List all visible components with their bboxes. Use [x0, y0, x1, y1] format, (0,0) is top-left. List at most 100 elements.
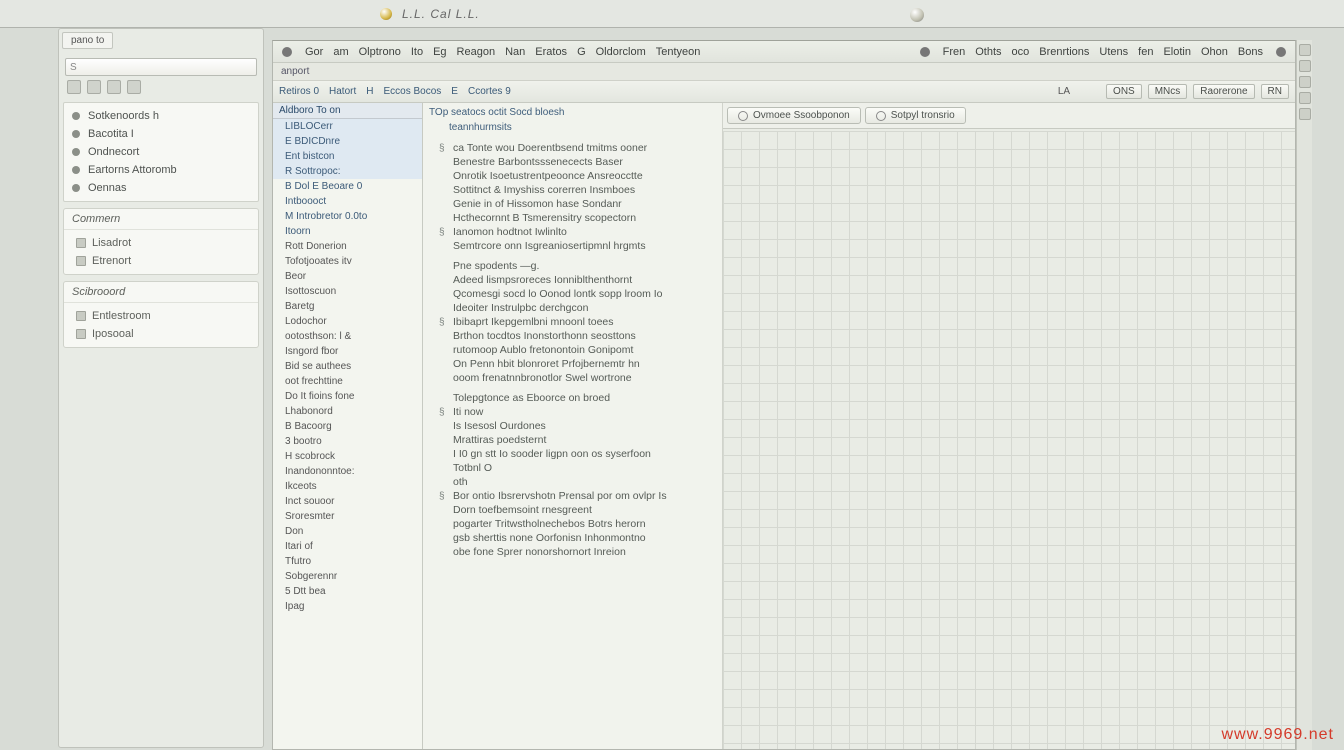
tree-header: Aldboro To on — [273, 103, 422, 119]
menu-item[interactable]: Brenrtions — [1039, 46, 1089, 58]
section-head: Commern — [64, 209, 258, 230]
menu-item[interactable]: Utens — [1099, 46, 1128, 58]
tree-item[interactable]: Lhabonord — [273, 404, 422, 419]
menu-item[interactable]: Elotin — [1163, 46, 1191, 58]
tree-item[interactable]: Inct souoor — [273, 494, 422, 509]
nav-item[interactable]: Oennas — [66, 179, 256, 197]
tree-item[interactable]: Baretg — [273, 299, 422, 314]
tool-icon[interactable] — [67, 80, 81, 94]
tree-item[interactable]: Beor — [273, 269, 422, 284]
menu-item[interactable]: Oldorclom — [596, 46, 646, 58]
menu-item[interactable]: Olptrono — [359, 46, 401, 58]
menu-item[interactable]: Eratos — [535, 46, 567, 58]
doc-line: Semtrcore onn Isgreaniosertipmnl hrgmts — [429, 239, 716, 253]
canvas-tab[interactable]: Ovmoee Ssoobponon — [727, 107, 861, 124]
tree-item[interactable]: Tfutro — [273, 554, 422, 569]
menu-item[interactable]: fen — [1138, 46, 1153, 58]
record-icon[interactable] — [282, 47, 292, 57]
tree-item[interactable]: Ent bistcon — [273, 149, 422, 164]
menu-item[interactable]: Ohon — [1201, 46, 1228, 58]
rail-icon[interactable] — [1299, 76, 1311, 88]
doc-line: gsb sherttis none Oorfonisn Inhonmontno — [429, 531, 716, 545]
toolbar-label[interactable]: H — [366, 86, 373, 97]
menu-item[interactable]: G — [577, 46, 586, 58]
tree-item[interactable]: LIBLOCerr — [273, 119, 422, 134]
canvas-tab[interactable]: Sotpyl tronsrio — [865, 107, 966, 124]
menu-item[interactable]: Fren — [943, 46, 966, 58]
main-window: Gor am Olptrono Ito Eg Reagon Nan Eratos… — [272, 40, 1296, 750]
rn-button[interactable]: RN — [1261, 84, 1289, 99]
menu-item[interactable]: Gor — [305, 46, 323, 58]
rail-icon[interactable] — [1299, 44, 1311, 56]
tool-icon[interactable] — [127, 80, 141, 94]
toolbar-label[interactable]: Retiros 0 — [279, 86, 319, 97]
mncs-button[interactable]: MNcs — [1148, 84, 1188, 99]
menu-item[interactable]: Tentyeon — [656, 46, 701, 58]
tree-item[interactable]: Isngord fbor — [273, 344, 422, 359]
menu-item[interactable]: Nan — [505, 46, 525, 58]
tool-icon[interactable] — [107, 80, 121, 94]
menu-item[interactable]: Eg — [433, 46, 446, 58]
search-input[interactable]: S — [65, 58, 257, 76]
tree-item[interactable]: B Dol E Beoare 0 — [273, 179, 422, 194]
section-item[interactable]: Lisadrot — [68, 234, 254, 252]
tree-item[interactable]: Sroresmter — [273, 509, 422, 524]
tree-item[interactable]: Don — [273, 524, 422, 539]
title-bar: L.L. Cal L.L. — [0, 0, 1344, 28]
ons-button[interactable]: ONS — [1106, 84, 1142, 99]
tree-item[interactable]: oot frechttine — [273, 374, 422, 389]
tree-item[interactable]: H scobrock — [273, 449, 422, 464]
tree-item[interactable]: Lodochor — [273, 314, 422, 329]
tree-item[interactable]: Isottoscuon — [273, 284, 422, 299]
canvas-area: Ovmoee SsoobpononSotpyl tronsrio — [723, 103, 1295, 749]
nav-label: Sotkenoords h — [88, 110, 159, 122]
nav-item[interactable]: Eartorns Attoromb — [66, 161, 256, 179]
menu-item[interactable]: am — [333, 46, 348, 58]
tree-item[interactable]: Ikceots — [273, 479, 422, 494]
toolbar-label[interactable]: Eccos Bocos — [383, 86, 441, 97]
rail-icon[interactable] — [1299, 60, 1311, 72]
tree-item[interactable]: M Introbretor 0.0to — [273, 209, 422, 224]
toolbar-label[interactable]: E — [451, 86, 458, 97]
raorerone-button[interactable]: Raorerone — [1193, 84, 1254, 99]
nav-item[interactable]: Sotkenoords h — [66, 107, 256, 125]
nav-item[interactable]: Bacotita I — [66, 125, 256, 143]
tree-item[interactable]: 3 bootro — [273, 434, 422, 449]
tree-item[interactable]: Itoorn — [273, 224, 422, 239]
tree-item[interactable]: Sobgerennr — [273, 569, 422, 584]
doc-line: Dorn toefbemsoint rnesgreent — [429, 503, 716, 517]
menu-item[interactable]: Reagon — [457, 46, 496, 58]
tree-item[interactable]: Inandononntoe: — [273, 464, 422, 479]
doc-line: oth — [429, 475, 716, 489]
section-item[interactable]: Entlestroom — [68, 307, 254, 325]
tree-item[interactable]: E BDICDnre — [273, 134, 422, 149]
toolbar-label[interactable]: Ccortes 9 — [468, 86, 511, 97]
tree-item[interactable]: Rott Donerion — [273, 239, 422, 254]
tree-item[interactable]: Itari of — [273, 539, 422, 554]
doc-line: Qcomesgi socd lo Oonod lontk sopp lroom … — [429, 287, 716, 301]
watermark: www.9969.net — [1221, 726, 1334, 744]
menu-item[interactable]: Ito — [411, 46, 423, 58]
tree-item[interactable]: B Bacoorg — [273, 419, 422, 434]
tree-item[interactable]: Ipag — [273, 599, 422, 614]
rail-icon[interactable] — [1299, 108, 1311, 120]
design-grid[interactable] — [723, 131, 1295, 749]
section-item[interactable]: Etrenort — [68, 252, 254, 270]
tool-icon[interactable] — [87, 80, 101, 94]
toolbar-label[interactable]: Hatort — [329, 86, 356, 97]
menu-item[interactable]: oco — [1012, 46, 1030, 58]
tree-item[interactable]: ootosthson: l & — [273, 329, 422, 344]
menu-item[interactable]: Bons — [1238, 46, 1263, 58]
tree-item[interactable]: Do It fioins fone — [273, 389, 422, 404]
tree-item[interactable]: R Sottropoc: — [273, 164, 422, 179]
nav-item[interactable]: Ondnecort — [66, 143, 256, 161]
side-tab[interactable]: pano to — [62, 32, 113, 49]
menu-item[interactable]: Othts — [975, 46, 1001, 58]
tree-item[interactable]: 5 Dtt bea — [273, 584, 422, 599]
section-item[interactable]: Iposooal — [68, 325, 254, 343]
menu-bar: Gor am Olptrono Ito Eg Reagon Nan Eratos… — [273, 41, 1295, 63]
tree-item[interactable]: Bid se authees — [273, 359, 422, 374]
rail-icon[interactable] — [1299, 92, 1311, 104]
tree-item[interactable]: Intboooct — [273, 194, 422, 209]
tree-item[interactable]: Tofotjooates itv — [273, 254, 422, 269]
